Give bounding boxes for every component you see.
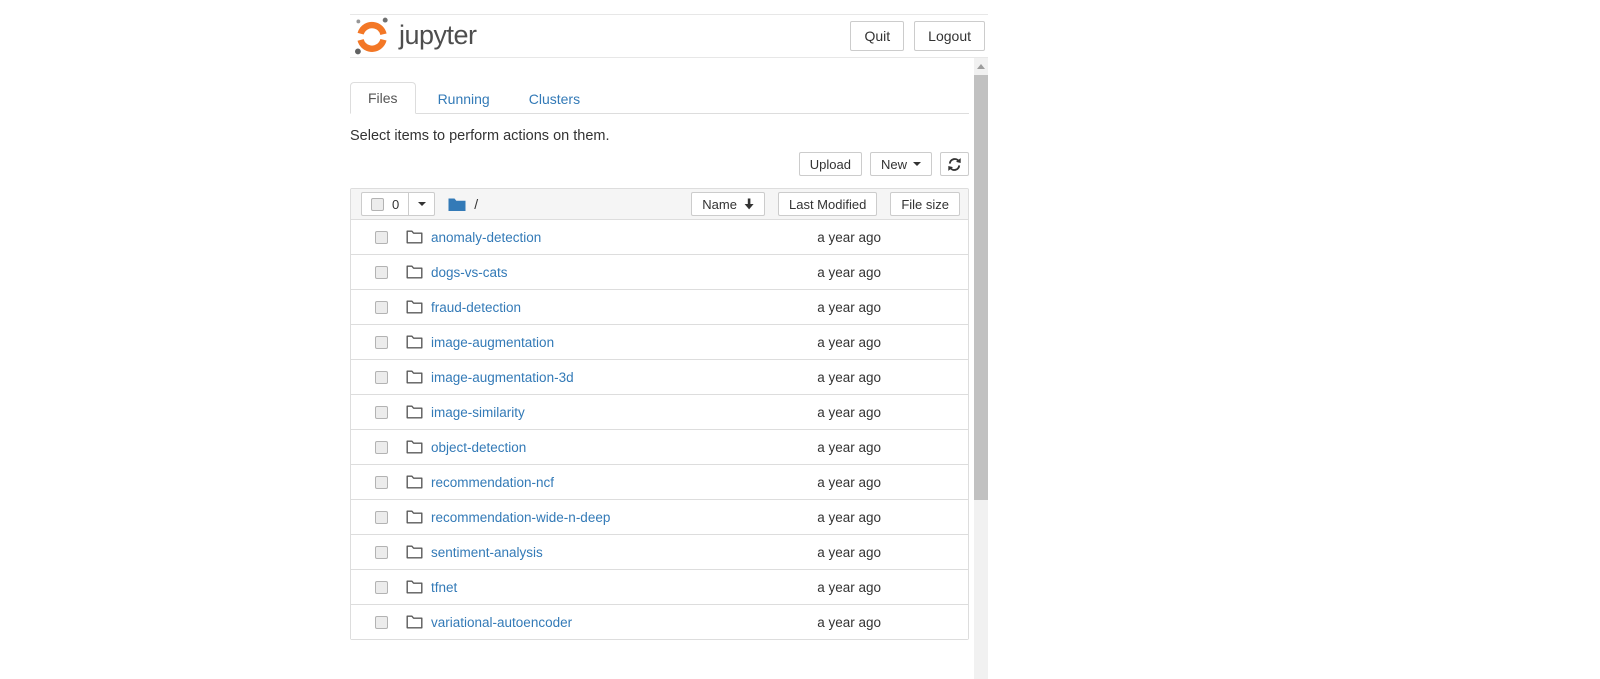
refresh-button[interactable] [940,152,969,176]
refresh-icon [947,157,962,172]
folder-outline-icon [406,475,423,489]
action-hint-text: Select items to perform actions on them. [350,128,969,144]
row-checkbox[interactable] [375,336,388,349]
folder-outline-icon [406,405,423,419]
tab-bar: Files Running Clusters [350,83,969,114]
scrollbar-thumb[interactable] [974,75,988,500]
breadcrumb-path[interactable]: / [474,196,478,212]
file-list: anomaly-detection a year ago dogs-vs-cat… [351,219,968,639]
new-dropdown-button[interactable]: New [870,152,932,176]
last-modified-cell: a year ago [721,300,881,315]
arrow-down-icon [744,198,754,210]
last-modified-cell: a year ago [721,615,881,630]
list-toolbar: Upload New [350,152,969,176]
folder-link[interactable]: recommendation-ncf [431,475,554,490]
caret-down-icon [913,162,921,166]
folder-outline-icon [406,580,423,594]
row-checkbox[interactable] [375,231,388,244]
jupyter-logo[interactable]: jupyter [352,16,477,56]
tab-running[interactable]: Running [421,84,507,114]
folder-outline-icon [406,335,423,349]
folder-link[interactable]: image-augmentation-3d [431,370,574,385]
logo-wordmark: jupyter [399,20,477,51]
caret-down-icon [418,202,426,206]
last-modified-cell: a year ago [721,405,881,420]
quit-button[interactable]: Quit [850,21,904,51]
row-checkbox[interactable] [375,266,388,279]
folder-link[interactable]: dogs-vs-cats [431,265,508,280]
sort-name-label: Name [702,197,737,212]
table-row: recommendation-ncf a year ago [351,464,968,499]
folder-link[interactable]: sentiment-analysis [431,545,543,560]
row-checkbox[interactable] [375,616,388,629]
selected-count: 0 [392,197,399,212]
folder-outline-icon [406,300,423,314]
folder-outline-icon [406,230,423,244]
last-modified-cell: a year ago [721,510,881,525]
sort-file-size-button[interactable]: File size [890,192,960,216]
folder-outline-icon [406,615,423,629]
folder-link[interactable]: fraud-detection [431,300,521,315]
row-checkbox[interactable] [375,581,388,594]
last-modified-cell: a year ago [721,545,881,560]
table-row: anomaly-detection a year ago [351,219,968,254]
row-checkbox[interactable] [375,511,388,524]
table-row: dogs-vs-cats a year ago [351,254,968,289]
row-checkbox[interactable] [375,476,388,489]
folder-outline-icon [406,370,423,384]
folder-link[interactable]: image-augmentation [431,335,554,350]
last-modified-cell: a year ago [721,335,881,350]
select-all-button[interactable]: 0 [361,192,409,216]
select-dropdown-button[interactable] [408,192,435,216]
table-row: object-detection a year ago [351,429,968,464]
folder-link[interactable]: variational-autoencoder [431,615,572,630]
table-row: image-augmentation-3d a year ago [351,359,968,394]
folder-link[interactable]: image-similarity [431,405,525,420]
jupyter-logo-icon [352,16,392,56]
folder-link[interactable]: recommendation-wide-n-deep [431,510,610,525]
last-modified-cell: a year ago [721,580,881,595]
folder-outline-icon [406,545,423,559]
select-all-checkbox[interactable] [371,198,384,211]
table-row: recommendation-wide-n-deep a year ago [351,499,968,534]
row-checkbox[interactable] [375,546,388,559]
folder-link[interactable]: anomaly-detection [431,230,541,245]
row-checkbox[interactable] [375,441,388,454]
main-panel: Files Running Clusters Select items to p… [350,58,969,640]
row-checkbox[interactable] [375,301,388,314]
scroll-up-arrow-icon[interactable] [974,58,988,74]
folder-link[interactable]: object-detection [431,440,526,455]
notebook-list: 0 / Name [350,188,969,640]
folder-outline-icon [406,510,423,524]
last-modified-cell: a year ago [721,230,881,245]
new-dropdown-label: New [881,157,907,172]
table-row: image-augmentation a year ago [351,324,968,359]
folder-solid-icon[interactable] [448,197,466,212]
tab-files[interactable]: Files [350,82,416,114]
last-modified-cell: a year ago [721,265,881,280]
folder-link[interactable]: tfnet [431,580,457,595]
last-modified-cell: a year ago [721,475,881,490]
table-row: fraud-detection a year ago [351,289,968,324]
last-modified-cell: a year ago [721,370,881,385]
table-row: sentiment-analysis a year ago [351,534,968,569]
folder-outline-icon [406,265,423,279]
list-header-row: 0 / Name [351,189,968,219]
table-row: tfnet a year ago [351,569,968,604]
breadcrumb: / [448,196,478,212]
row-checkbox[interactable] [375,406,388,419]
row-checkbox[interactable] [375,371,388,384]
vertical-scrollbar[interactable] [974,58,988,679]
last-modified-cell: a year ago [721,440,881,455]
logout-button[interactable]: Logout [914,21,985,51]
tab-clusters[interactable]: Clusters [512,84,597,114]
table-row: variational-autoencoder a year ago [351,604,968,639]
table-row: image-similarity a year ago [351,394,968,429]
upload-button[interactable]: Upload [799,152,862,176]
folder-outline-icon [406,440,423,454]
sort-name-button[interactable]: Name [691,192,765,216]
sort-last-modified-button[interactable]: Last Modified [778,192,877,216]
app-header: jupyter Quit Logout [350,14,988,58]
